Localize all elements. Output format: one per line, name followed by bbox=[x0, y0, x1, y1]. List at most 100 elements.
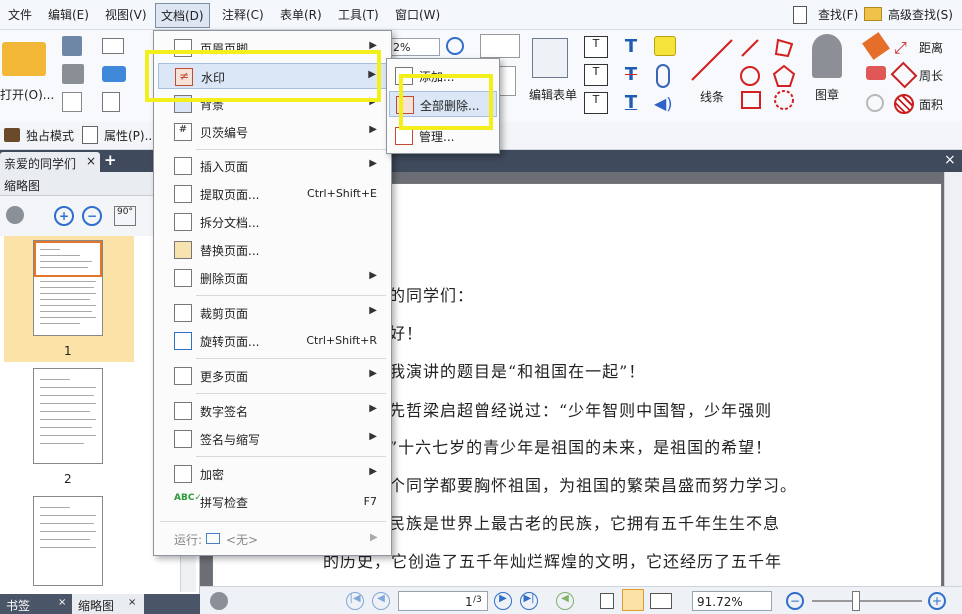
back-icon[interactable]: ◀ bbox=[556, 592, 574, 610]
text-box-icon[interactable]: T bbox=[584, 64, 608, 86]
prev-page-icon[interactable]: ◀ bbox=[372, 592, 390, 610]
single-page-icon[interactable] bbox=[600, 593, 614, 609]
distance-button[interactable]: 距离 bbox=[919, 39, 943, 56]
rotate-icon[interactable]: 90° bbox=[114, 206, 136, 226]
watermark-icon: ≠ bbox=[175, 68, 193, 86]
sound-icon[interactable]: ◀) bbox=[654, 94, 676, 113]
tab-thumbnails[interactable]: 缩略图 bbox=[78, 597, 114, 614]
lines-label[interactable]: 线条 bbox=[700, 88, 724, 105]
tab-bookmarks-close-icon[interactable]: × bbox=[58, 597, 66, 608]
submenu-item-manage[interactable]: 管理... bbox=[389, 123, 497, 149]
open-button[interactable]: 打开(O)... bbox=[0, 86, 54, 103]
zoom-in-thumbnail-icon[interactable]: + bbox=[54, 206, 74, 226]
perimeter-icon bbox=[890, 61, 918, 89]
menu-item-extract-pages[interactable]: 提取页面... Ctrl+Shift+E bbox=[158, 181, 387, 207]
zoom-combo[interactable]: 2% bbox=[390, 38, 440, 56]
menu-tools[interactable]: 工具(T) bbox=[338, 6, 379, 23]
tab-document[interactable]: 亲爱的同学们 × bbox=[0, 152, 100, 172]
menu-item-crop-pages[interactable]: 裁剪页面 ▶ bbox=[158, 300, 387, 326]
menu-item-replace-pages[interactable]: 替换页面... bbox=[158, 237, 387, 263]
menu-item-background[interactable]: 背景 ▶ bbox=[158, 91, 387, 117]
last-page-icon[interactable]: ▶| bbox=[520, 592, 538, 610]
callout-icon[interactable]: T bbox=[584, 92, 608, 114]
menu-item-rotate-pages[interactable]: 旋转页面... Ctrl+Shift+R bbox=[158, 328, 387, 354]
doc-line: 个同学都要胸怀祖国，为祖国的繁荣昌盛而努力学习。 bbox=[389, 476, 798, 495]
menu-form[interactable]: 表单(R) bbox=[280, 6, 322, 23]
select-tool-icon[interactable] bbox=[480, 34, 520, 58]
gear-icon[interactable] bbox=[6, 206, 24, 224]
page-number-input[interactable]: 1 /3 bbox=[398, 591, 488, 611]
thumbnail-page-1[interactable] bbox=[33, 240, 103, 336]
delete-pages-icon bbox=[174, 269, 192, 287]
sign-initials-icon bbox=[174, 430, 192, 448]
area-button[interactable]: 面积 bbox=[919, 96, 943, 113]
menu-item-more-pages[interactable]: 更多页面 ▶ bbox=[158, 363, 387, 389]
close-window-icon[interactable]: × bbox=[944, 152, 956, 168]
submenu-item-add[interactable]: 添加... bbox=[389, 63, 497, 89]
thumbnail-page-3[interactable] bbox=[33, 496, 103, 586]
menu-item-digital-signature[interactable]: 数字签名 ▶ bbox=[158, 398, 387, 424]
tab-close-icon[interactable]: × bbox=[86, 154, 96, 168]
continuous-page-icon[interactable] bbox=[622, 589, 644, 611]
zoom-slider[interactable] bbox=[812, 600, 922, 602]
attach-icon[interactable] bbox=[656, 64, 670, 88]
cloud-icon[interactable] bbox=[102, 66, 126, 82]
zoom-out-icon[interactable]: − bbox=[786, 592, 804, 610]
underline-icon[interactable]: T bbox=[620, 92, 642, 114]
new-tab-icon[interactable]: + bbox=[104, 151, 117, 169]
strikeout-icon[interactable]: T bbox=[620, 64, 642, 86]
note-icon[interactable] bbox=[654, 36, 676, 56]
extract-pages-icon bbox=[174, 185, 192, 203]
advanced-find-icon bbox=[864, 7, 882, 21]
menu-item-header-footer[interactable]: 页眉页脚 ▶ bbox=[158, 35, 387, 61]
menu-item-encrypt[interactable]: 加密 ▶ bbox=[158, 461, 387, 487]
edit-form-button[interactable]: 编辑表单 bbox=[529, 86, 577, 103]
properties-button[interactable]: 属性(P)... bbox=[104, 127, 156, 144]
settings-gear-icon[interactable] bbox=[210, 592, 228, 610]
perimeter-button[interactable]: 周长 bbox=[919, 67, 943, 84]
run-row[interactable]: 运行: <无> ▶ bbox=[174, 529, 384, 549]
menu-view[interactable]: 视图(V) bbox=[105, 6, 147, 23]
menu-item-split-document[interactable]: 拆分文档... bbox=[158, 209, 387, 235]
menu-item-delete-pages[interactable]: 删除页面 ▶ bbox=[158, 265, 387, 291]
print-icon[interactable] bbox=[62, 64, 84, 84]
zoom-in-icon[interactable] bbox=[446, 37, 464, 55]
typewriter-icon[interactable]: T bbox=[620, 36, 642, 58]
tab-thumbnails-close-icon[interactable]: × bbox=[128, 597, 136, 608]
next-page-icon[interactable]: ▶ bbox=[494, 592, 512, 610]
tab-bookmarks[interactable]: 书签 bbox=[6, 597, 30, 614]
line-icon[interactable] bbox=[688, 36, 738, 86]
facing-page-icon[interactable] bbox=[650, 593, 672, 609]
menu-window[interactable]: 窗口(W) bbox=[395, 6, 440, 23]
ruler-icon[interactable] bbox=[866, 94, 884, 112]
submenu-item-delete-all[interactable]: 全部删除... bbox=[389, 91, 497, 117]
email-icon[interactable] bbox=[102, 38, 124, 54]
menu-edit[interactable]: 编辑(E) bbox=[48, 6, 89, 23]
export-icon[interactable] bbox=[62, 92, 82, 112]
more-pages-icon bbox=[174, 367, 192, 385]
pencil-icon[interactable] bbox=[862, 32, 890, 60]
menu-item-watermark[interactable]: ≠ 水印 ▶ bbox=[158, 63, 387, 89]
eraser-icon[interactable] bbox=[866, 66, 886, 80]
menu-document[interactable]: 文档(D) bbox=[155, 3, 210, 28]
menu-item-spell-check[interactable]: ABC✓ 拼写检查 F7 bbox=[158, 489, 387, 515]
menu-item-insert-pages[interactable]: 插入页面 ▶ bbox=[158, 153, 387, 179]
first-page-icon[interactable]: |◀ bbox=[346, 592, 364, 610]
advanced-find-button[interactable]: 高级查找(S) bbox=[888, 6, 953, 23]
new-doc-icon[interactable] bbox=[102, 92, 120, 112]
zoom-select[interactable]: 91.72% bbox=[692, 591, 772, 611]
find-button[interactable]: 查找(F) bbox=[818, 6, 858, 23]
menu-file[interactable]: 文件 bbox=[8, 6, 32, 23]
menu-item-sign-initials[interactable]: 签名与缩写 ▶ bbox=[158, 426, 387, 452]
zoom-out-thumbnail-icon[interactable]: − bbox=[82, 206, 102, 226]
zoom-slider-handle[interactable] bbox=[852, 591, 860, 611]
text-field-icon[interactable]: T bbox=[584, 36, 608, 58]
stamp-button[interactable]: 图章 bbox=[815, 86, 839, 103]
menu-comment[interactable]: 注释(C) bbox=[222, 6, 264, 23]
thumbnail-page-2[interactable] bbox=[33, 368, 103, 464]
exclusive-mode-button[interactable]: 独占模式 bbox=[26, 127, 74, 144]
document-scrollbar[interactable] bbox=[944, 172, 962, 586]
menu-item-bates-numbering[interactable]: # 贝茨编号 ▶ bbox=[158, 119, 387, 145]
save-icon[interactable] bbox=[62, 36, 82, 56]
zoom-in-status-icon[interactable]: + bbox=[928, 592, 946, 610]
